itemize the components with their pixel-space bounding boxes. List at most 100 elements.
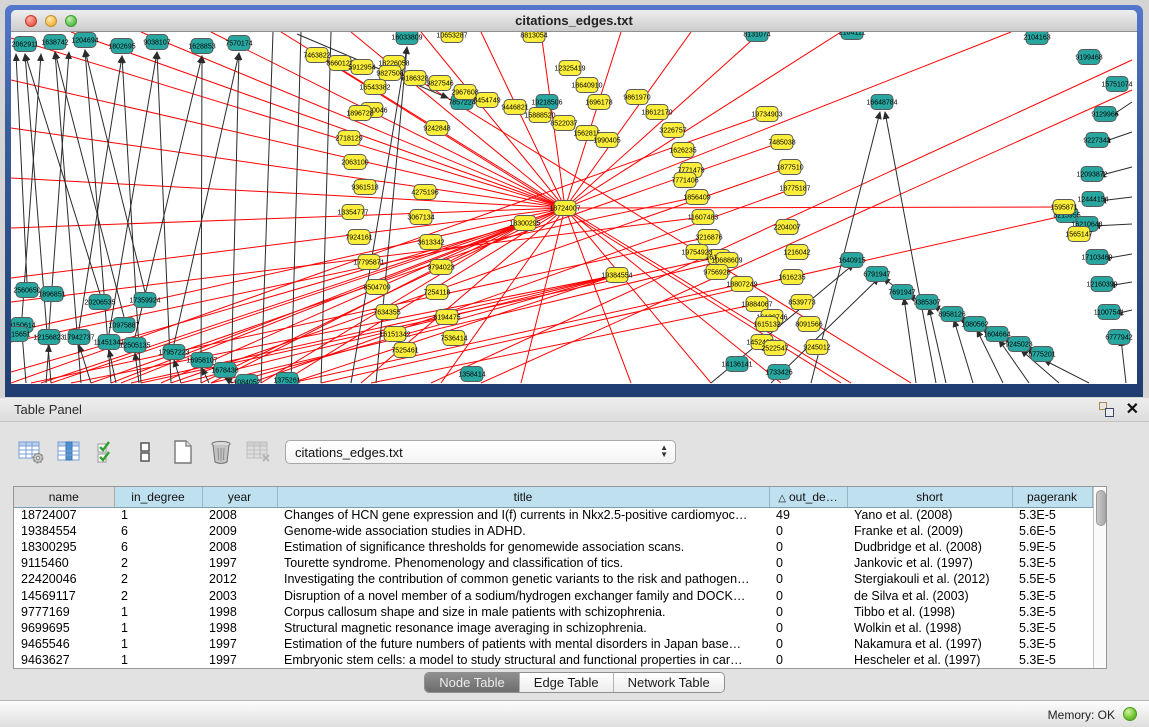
graph-node[interactable]: 1696178 bbox=[585, 95, 612, 110]
graph-edge[interactable] bbox=[291, 284, 742, 383]
graph-node[interactable]: 1216042 bbox=[783, 245, 810, 260]
graph-node[interactable]: 9199468 bbox=[1075, 50, 1102, 65]
graph-node[interactable]: 1877510 bbox=[776, 160, 803, 175]
graph-node[interactable]: 16151342 bbox=[379, 327, 410, 342]
graph-node[interactable]: 18807249 bbox=[726, 277, 757, 292]
graph-node[interactable]: 3216876 bbox=[695, 230, 722, 245]
graph-node[interactable]: 2104111 bbox=[839, 32, 865, 40]
table-row[interactable]: 977716911998Corpus callosum shape and si… bbox=[14, 604, 1092, 620]
graph-node[interactable]: 1084052 bbox=[233, 375, 260, 385]
graph-node[interactable]: 18640910 bbox=[571, 78, 602, 93]
graph-edge[interactable] bbox=[211, 260, 727, 383]
close-window-button[interactable] bbox=[25, 15, 37, 27]
graph-node[interactable]: 2063100 bbox=[341, 155, 368, 170]
graph-node[interactable]: 8131074 bbox=[743, 32, 770, 42]
column-header-year[interactable]: year bbox=[202, 487, 277, 507]
graph-node[interactable]: 11007541 bbox=[1094, 305, 1125, 320]
delete-column-icon[interactable] bbox=[208, 439, 234, 465]
citation-network-graph[interactable]: 2062911163874212046941802695903810716288… bbox=[11, 32, 1137, 384]
graph-node[interactable]: 2522547 bbox=[761, 341, 788, 356]
graph-node[interactable]: 16543382 bbox=[359, 80, 390, 95]
graph-node[interactable]: 9361518 bbox=[351, 180, 378, 195]
graph-node[interactable]: 2062911 bbox=[12, 37, 39, 52]
graph-node[interactable]: 12160399 bbox=[1086, 277, 1117, 292]
graph-node[interactable]: 3226757 bbox=[659, 123, 686, 138]
table-row[interactable]: 1456911722003Disruption of a novel membe… bbox=[14, 587, 1092, 603]
table-selector-dropdown[interactable]: citations_edges.txt ▲▼ bbox=[285, 440, 676, 464]
graph-edge[interactable] bbox=[291, 32, 301, 383]
graph-node[interactable]: 1802695 bbox=[108, 39, 135, 54]
table-row[interactable]: 2242004622012Investigating the contribut… bbox=[14, 571, 1092, 587]
graph-node[interactable]: 1080562 bbox=[961, 317, 988, 332]
column-header-pagerank[interactable]: pagerank bbox=[1012, 487, 1092, 507]
graph-node[interactable]: 7254118 bbox=[424, 285, 451, 300]
graph-node[interactable]: 9827546 bbox=[426, 76, 453, 91]
table-row[interactable]: 911546021997Tourette syndrome. Phenomeno… bbox=[14, 555, 1092, 571]
graph-node[interactable]: 9827508 bbox=[376, 66, 403, 81]
row-height-icon[interactable] bbox=[132, 439, 158, 465]
graph-node[interactable]: 9861970 bbox=[623, 90, 650, 105]
graph-node[interactable]: 9245023 bbox=[1005, 337, 1032, 352]
graph-edge[interactable] bbox=[1121, 339, 1126, 383]
graph-node[interactable]: 1616235 bbox=[778, 270, 805, 285]
graph-node[interactable]: 1733426 bbox=[765, 365, 792, 380]
graph-edge[interactable] bbox=[321, 32, 331, 383]
graph-node[interactable]: 7924161 bbox=[345, 230, 372, 245]
tab-network-table[interactable]: Network Table bbox=[613, 673, 724, 692]
graph-node[interactable]: 7525461 bbox=[391, 343, 418, 358]
graph-edge[interactable] bbox=[46, 345, 49, 383]
graph-node[interactable]: 10975887 bbox=[108, 318, 139, 333]
graph-node[interactable]: 1604664 bbox=[983, 327, 1010, 342]
graph-node[interactable]: 2718129 bbox=[335, 131, 362, 146]
graph-node[interactable]: 1896851 bbox=[38, 287, 65, 302]
scrollbar-thumb[interactable] bbox=[1096, 490, 1106, 526]
graph-edge[interactable] bbox=[1044, 360, 1089, 383]
table-row[interactable]: 1872400712008Changes of HCN gene express… bbox=[14, 507, 1092, 523]
graph-node[interactable]: 8539773 bbox=[788, 295, 815, 310]
graph-node[interactable]: 5912954 bbox=[348, 60, 375, 75]
graph-node[interactable]: 2560650 bbox=[13, 283, 40, 298]
graph-node[interactable]: 7691947 bbox=[888, 285, 915, 300]
network-canvas[interactable]: 2062911163874212046941802695903810716288… bbox=[11, 32, 1137, 384]
graph-node[interactable]: 16648784 bbox=[866, 95, 897, 110]
graph-node[interactable]: 6791947 bbox=[863, 267, 890, 282]
graph-node[interactable]: 1358414 bbox=[458, 367, 485, 382]
column-header-title[interactable]: title bbox=[277, 487, 769, 507]
graph-node[interactable]: 17103469 bbox=[1081, 250, 1112, 265]
graph-node[interactable]: 9756928 bbox=[703, 265, 730, 280]
graph-node[interactable]: 12505135 bbox=[119, 338, 150, 353]
graph-node[interactable]: 1856409 bbox=[683, 190, 710, 205]
graph-edge[interactable] bbox=[135, 353, 139, 383]
graph-node[interactable]: 9227343 bbox=[1083, 133, 1110, 148]
graph-edge[interactable] bbox=[122, 56, 141, 383]
graph-node[interactable]: 8504709 bbox=[363, 280, 390, 295]
graph-node[interactable]: 3067134 bbox=[407, 210, 434, 225]
graph-node[interactable]: 1628853 bbox=[188, 39, 215, 54]
graph-node[interactable]: 8813054 bbox=[520, 32, 547, 43]
graph-node[interactable]: 1375261 bbox=[273, 373, 300, 385]
graph-node[interactable]: 1638742 bbox=[41, 35, 68, 50]
graph-node[interactable]: 8915651 bbox=[11, 327, 31, 342]
graph-node[interactable]: 8091566 bbox=[795, 317, 822, 332]
graph-node[interactable]: 10653287 bbox=[436, 32, 467, 43]
table-row[interactable]: 1830029562008Estimation of significance … bbox=[14, 539, 1092, 555]
graph-node[interactable]: 12444154 bbox=[1077, 192, 1108, 207]
graph-node[interactable]: 1615132 bbox=[753, 317, 780, 332]
graph-node[interactable]: 19384554 bbox=[601, 268, 632, 283]
graph-node[interactable]: 17942737 bbox=[63, 330, 94, 345]
graph-node[interactable]: 9794023 bbox=[427, 260, 454, 275]
graph-node[interactable]: 7536414 bbox=[440, 331, 467, 346]
graph-node[interactable]: 12325419 bbox=[554, 61, 585, 76]
graph-node[interactable]: 9129966 bbox=[1091, 107, 1118, 122]
graph-node[interactable]: 20206535 bbox=[84, 295, 115, 310]
graph-node[interactable]: 17359924 bbox=[129, 293, 160, 308]
graph-node[interactable]: 19734903 bbox=[751, 107, 782, 122]
float-panel-icon[interactable] bbox=[1099, 402, 1114, 417]
graph-node[interactable]: 1896728 bbox=[346, 106, 373, 121]
graph-node[interactable]: 7634355 bbox=[373, 305, 400, 320]
graph-edge[interactable] bbox=[291, 275, 617, 383]
graph-node[interactable]: 1678438 bbox=[211, 363, 238, 378]
window-titlebar[interactable]: citations_edges.txt bbox=[11, 10, 1137, 32]
graph-node[interactable]: 7485038 bbox=[768, 135, 795, 150]
graph-node[interactable]: 9245012 bbox=[803, 340, 830, 355]
